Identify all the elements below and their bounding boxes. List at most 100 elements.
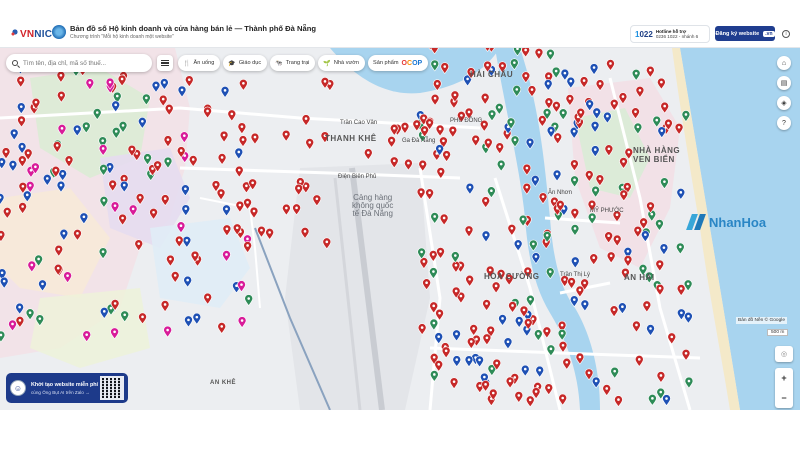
map-pin-dot — [467, 358, 471, 361]
map-pin-dot — [516, 242, 520, 246]
map-pin-dot — [513, 376, 517, 379]
help-icon[interactable]: ? — [777, 116, 791, 130]
map-view-icon[interactable]: ▤ — [777, 76, 791, 90]
map-pin-dot — [206, 295, 209, 299]
map-pin-dot — [88, 81, 92, 84]
map-pin-dot — [563, 278, 567, 281]
zoom-out-button[interactable]: − — [775, 388, 793, 408]
map-pin-dot — [439, 170, 443, 173]
map-pin-dot — [45, 177, 49, 180]
map-pin-dot — [626, 250, 630, 253]
map-pin-dot — [366, 151, 370, 154]
map-pin-dot — [240, 283, 243, 286]
map-pin-dot — [663, 180, 666, 183]
map-pin-dot — [102, 199, 106, 202]
filter-button[interactable] — [157, 55, 173, 71]
map-scale: 500 m — [767, 329, 789, 336]
map-pin-dot — [432, 270, 435, 273]
search-bar[interactable] — [6, 54, 152, 72]
map-pin-dot — [491, 391, 495, 395]
map-label-an-hai: AN HẢI — [624, 273, 655, 282]
map-data-attribution[interactable]: Bản đồ Nền © Google — [736, 317, 788, 324]
map-pin-dot — [237, 168, 241, 172]
title-block: Bản đồ số Hộ kinh doanh và cửa hàng bán … — [70, 24, 316, 40]
map-pin-dot — [146, 156, 149, 159]
map-pin-dot — [169, 257, 172, 261]
map-pin-dot — [622, 192, 626, 196]
map-pin-dot — [122, 183, 126, 187]
map-pin-dot — [195, 315, 199, 319]
map-pin-dot — [559, 203, 562, 206]
vnnic-logo-text: VNNIC — [20, 28, 53, 40]
home-icon[interactable]: ⌂ — [777, 56, 791, 70]
register-website-button[interactable]: Đăng ký website .vn — [715, 26, 775, 41]
map-pin-dot — [123, 313, 127, 317]
map-pin-dot — [407, 161, 410, 165]
map-pin-dot — [525, 185, 529, 189]
ocop-icon: OCOP — [401, 59, 423, 67]
farm-icon: 🐄 — [275, 60, 283, 67]
map-label-tran-cao-van: Trần Cao Vân — [340, 120, 378, 126]
chip-an-uong[interactable]: 🍴 Ăn uống — [178, 55, 221, 71]
register-label: Đăng ký website — [715, 30, 760, 37]
promo-banner[interactable]: ☺ Khởi tạo website miễn phí cùng Ông Bụt… — [6, 373, 128, 403]
map-pin-dot — [590, 215, 594, 219]
map-pin-dot — [121, 124, 125, 127]
map-pin-dot — [467, 110, 471, 114]
map-label-hoa-cuong: HÒA CƯỜNG — [484, 272, 540, 281]
info-icon[interactable]: i — [782, 30, 790, 38]
map-pin-dot — [570, 280, 573, 283]
map-pin-dot — [483, 95, 487, 99]
map-pin-dot — [101, 250, 105, 253]
map-canvas[interactable]: THANH KHÊ HẢI CHÂU HÒA CƯỜNG AN HẢI NHÀ … — [0, 48, 800, 410]
map-pin-dot — [460, 114, 463, 117]
map-pin-dot — [76, 232, 79, 235]
map-pin-dot — [437, 363, 441, 366]
layers-icon[interactable]: ◈ — [777, 96, 791, 110]
map-pin-dot — [59, 73, 63, 77]
map-pin-dot — [423, 128, 426, 132]
map-pin-dot — [534, 390, 538, 393]
hotline-box[interactable]: 1022 Hotline hỗ trợ 0236 1022 - nhánh 6 — [630, 25, 710, 43]
search-input[interactable] — [23, 59, 143, 67]
map-pin-dot — [455, 332, 458, 336]
map-pin-dot — [34, 100, 38, 104]
chip-nha-vuon[interactable]: 🌱 Nhà vườn — [318, 55, 366, 71]
map-pin-dot — [626, 258, 630, 261]
map-pin-dot — [677, 125, 681, 129]
map-pin-dot — [428, 191, 431, 195]
map-pin-dot — [101, 139, 105, 142]
locate-icon[interactable]: ◎ — [775, 346, 793, 362]
map-pin-dot — [179, 149, 183, 152]
map-pin-dot — [454, 254, 457, 257]
chip-giao-duc[interactable]: 🎓 Giáo dục — [223, 55, 268, 71]
map-pin-dot — [95, 111, 99, 114]
map-pin-dot — [246, 237, 249, 241]
map-pin-dot — [214, 183, 218, 186]
map-pin-dot — [627, 150, 631, 154]
map-pin-dot — [184, 187, 187, 191]
map-pin-dot — [122, 177, 126, 180]
map-pin-dot — [184, 207, 188, 210]
map-pin-dot — [498, 106, 501, 109]
map-pin-dot — [60, 93, 63, 97]
vnnic-logo[interactable]: VNNIC — [8, 26, 52, 42]
hotline-label: Hotline hỗ trợ — [655, 28, 687, 34]
map-pin-dot — [191, 158, 195, 161]
map-pin-dot — [598, 82, 602, 85]
chip-trang-trai[interactable]: 🐄 Trang trại — [270, 55, 316, 71]
chip-san-pham-ocop[interactable]: Sản phẩm OCOP — [368, 55, 429, 71]
zoom-in-button[interactable]: + — [775, 368, 793, 388]
map-pin-dot — [563, 71, 567, 75]
map-pin-dot — [113, 330, 116, 334]
map-pin-dot — [137, 242, 141, 245]
map-pin-dot — [297, 186, 300, 190]
map-label-ga-da-nang: Ga Đà Nẵng — [402, 138, 436, 144]
map-pin-dot — [526, 321, 530, 324]
map-pin-dot — [444, 349, 448, 353]
map-pin-dot — [241, 138, 245, 141]
map-pin-dot — [484, 383, 487, 386]
map-pin-dot — [509, 120, 513, 124]
map-pin-dot — [108, 80, 112, 84]
map-pin-dot — [151, 167, 154, 170]
